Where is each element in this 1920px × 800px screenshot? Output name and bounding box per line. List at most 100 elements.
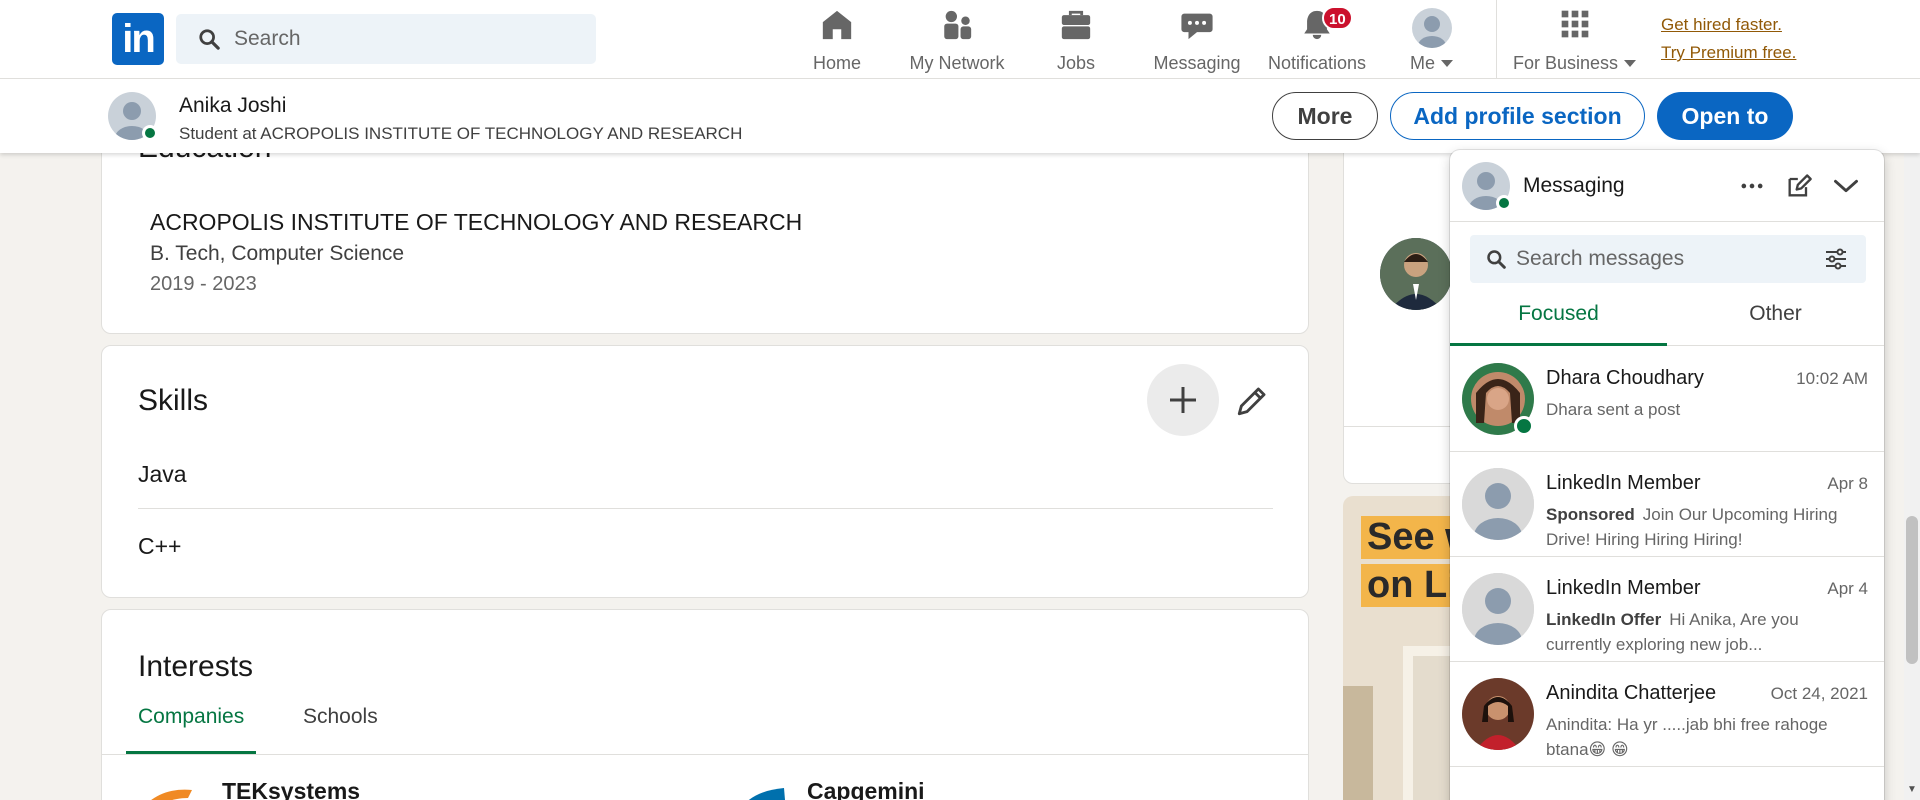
conversation-item[interactable]: Anindita Chatterjee Oct 24, 2021 Anindit… [1450,662,1884,767]
ad-headline-line1: See w [1361,516,1463,559]
nav-my-network-label: My Network [909,53,1005,73]
conversation-time: 10:02 AM [1796,369,1868,388]
plus-icon [1147,387,1219,440]
tab-other[interactable]: Other [1667,293,1884,346]
offer-tag: LinkedIn Offer [1546,610,1662,629]
skills-section: Skills Java C++ [101,345,1309,598]
chat-bubble-icon [1147,8,1247,42]
open-to-button[interactable]: Open to [1657,92,1793,140]
nav-me-label-wrap: Me [1392,53,1472,74]
pencil-icon [1235,387,1269,422]
education-school[interactable]: ACROPOLIS INSTITUTE OF TECHNOLOGY AND RE… [150,209,802,236]
premium-upsell-link-1[interactable]: Get hired faster. [1661,15,1782,35]
chevron-down-icon [1435,53,1454,73]
scroll-down-arrow-icon[interactable]: ▼ [1907,784,1917,795]
messaging-tabs: Focused Other [1450,293,1884,346]
avatar [1462,573,1534,645]
linkedin-logo[interactable]: in [112,13,164,65]
conversation-snippet-wrap: Sponsored Join Our Upcoming Hiring Drive!… [1546,502,1868,552]
conversation-snippet: Anindita: Ha yr .....jab bhi free rahoge… [1546,715,1828,759]
conversation-time: Apr 4 [1827,579,1868,598]
conversation-name: Anindita Chatterjee [1546,682,1717,704]
top-navigation: in Home My Network Jobs Messaging 10 [0,0,1920,79]
avatar[interactable] [1380,238,1452,310]
right-rail-card [1343,100,1463,484]
nav-business-label-wrap: For Business [1512,53,1638,74]
grid-icon [1512,8,1638,42]
search-messages-input[interactable] [1516,235,1816,283]
divider [1344,426,1462,427]
edit-skills-button[interactable] [1235,384,1269,418]
nav-notifications[interactable]: 10 Notifications [1262,6,1372,73]
conversation-name: LinkedIn Member [1546,472,1701,494]
divider [102,754,1308,755]
messaging-header[interactable]: Messaging [1450,150,1884,222]
company-name[interactable]: Capgemini [807,778,925,800]
online-status-dot [142,125,158,141]
search-icon [198,28,220,55]
conversation-snippet-wrap: LinkedIn Offer Hi Anika, Are you currentl… [1546,607,1868,657]
skill-item[interactable]: Java [138,461,187,488]
nav-me-menu[interactable]: Me [1392,8,1472,74]
filter-icon[interactable] [1824,247,1848,276]
conversation-item[interactable]: LinkedIn Member Apr 8 Sponsored Join Our … [1450,452,1884,557]
avatar [1412,8,1452,48]
nav-messaging[interactable]: Messaging [1147,8,1247,73]
add-profile-section-button[interactable]: Add profile section [1390,92,1645,140]
skill-item[interactable]: C++ [138,533,181,560]
online-status-dot [1496,195,1512,211]
add-skill-button[interactable] [1147,364,1219,436]
bell-icon: 10 [1262,6,1372,42]
chevron-down-icon[interactable] [1832,172,1860,200]
nav-divider [1496,0,1497,79]
nav-home-label: Home [812,53,861,73]
nav-for-business[interactable]: For Business [1512,8,1638,74]
more-options-icon[interactable] [1738,172,1766,200]
nav-my-network[interactable]: My Network [897,8,1017,73]
sticky-profile-bar: Anika Joshi Student at ACROPOLIS INSTITU… [0,79,1920,153]
more-button[interactable]: More [1272,92,1378,140]
briefcase-icon [1036,8,1116,42]
interests-title: Interests [138,650,254,683]
conversation-name: LinkedIn Member [1546,577,1701,599]
capgemini-logo [734,784,790,800]
advertisement-banner[interactable]: See w on Li [1343,496,1463,800]
ad-headline-line2: on Li [1361,564,1463,607]
company-name[interactable]: TEKsystems [222,778,360,800]
nav-jobs-label: Jobs [1056,53,1096,73]
messaging-title: Messaging [1523,174,1625,197]
sponsored-tag: Sponsored [1546,505,1635,524]
online-status-dot [1514,416,1534,436]
nav-home[interactable]: Home [797,8,877,73]
avatar [1462,678,1534,750]
search-input[interactable] [234,14,584,64]
people-icon [897,8,1017,42]
compose-icon[interactable] [1785,172,1813,200]
conversation-time: Apr 8 [1827,474,1868,493]
tab-focused[interactable]: Focused [1450,293,1667,346]
teksystems-logo [138,784,194,800]
divider [138,508,1273,509]
nav-messaging-label: Messaging [1153,53,1241,73]
page-scrollbar-thumb[interactable] [1906,516,1918,664]
global-search[interactable] [176,14,596,64]
home-icon [797,8,877,42]
conversation-item[interactable]: Dhara Choudhary 10:02 AM Dhara sent a po… [1450,347,1884,452]
avatar [1462,468,1534,540]
nav-jobs[interactable]: Jobs [1036,8,1116,73]
conversation-time: Oct 24, 2021 [1770,684,1868,703]
profile-headline: Student at ACROPOLIS INSTITUTE OF TECHNO… [179,124,743,143]
page-scrollbar-track[interactable] [1904,79,1920,800]
messaging-panel: Messaging Focused Other Dhara Choudhary … [1450,150,1884,800]
tab-companies[interactable]: Companies [138,705,244,729]
search-icon [1486,249,1506,274]
nav-notifications-label: Notifications [1267,53,1367,73]
conversation-item[interactable]: LinkedIn Member Apr 4 LinkedIn Offer Hi A… [1450,557,1884,662]
interests-section: Interests Companies Schools TEKsystems C… [101,609,1309,800]
messaging-search[interactable] [1470,235,1866,283]
notification-count-badge: 10 [1322,6,1353,30]
me-avatar-wrapper [1392,8,1472,48]
conversation-snippet: Dhara sent a post [1546,400,1681,419]
tab-schools[interactable]: Schools [303,705,378,729]
premium-upsell-link-2[interactable]: Try Premium free. [1661,43,1796,63]
